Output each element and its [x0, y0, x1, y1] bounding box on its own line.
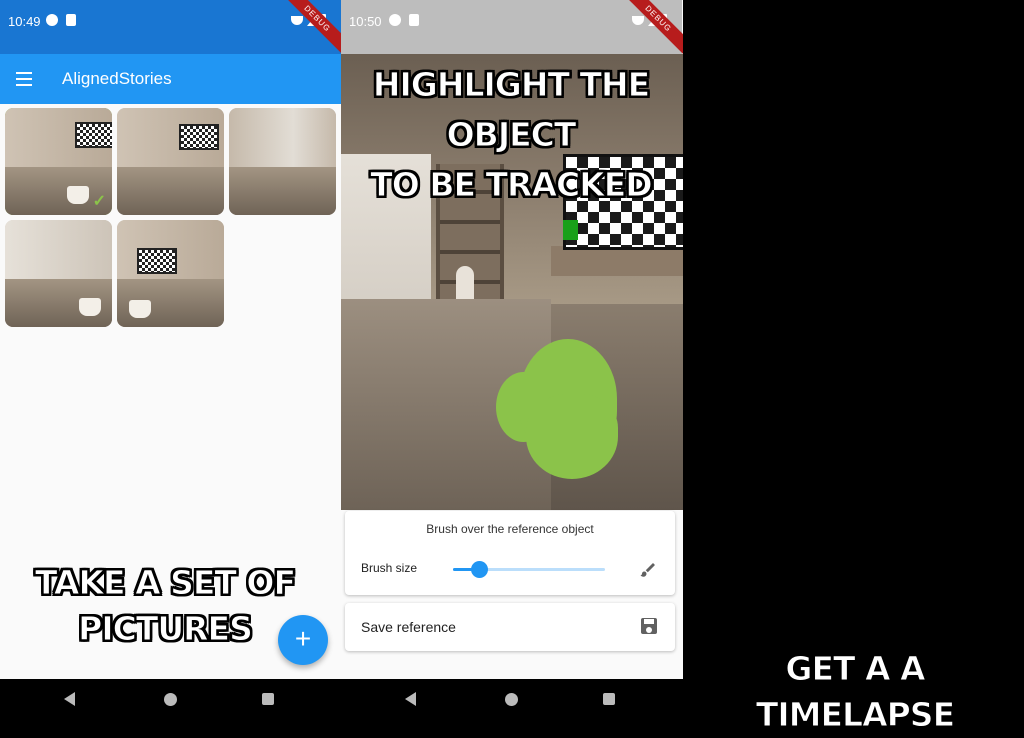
caption-highlight-object: HIGHLIGHT THE OBJECT TO BE TRACKED: [341, 60, 683, 210]
photo-tv-stand: [551, 246, 683, 276]
app-bar: AlignedStories: [0, 54, 341, 104]
brush-size-label: Brush size: [361, 561, 418, 575]
save-reference-button[interactable]: Save reference: [345, 603, 675, 651]
menu-icon[interactable]: [10, 66, 38, 92]
notification-icon: [389, 14, 401, 26]
phone-screen-gallery: 10:49 DEBUG AlignedStories ✓ TAKE A SET …: [0, 0, 341, 721]
brush-hint-text: Brush over the reference object: [426, 522, 594, 536]
brush-mask: [526, 394, 618, 479]
debug-banner: DEBUG: [617, 0, 683, 60]
photo-green-marker: [563, 220, 578, 240]
notification-icon: [46, 14, 58, 26]
photo-thumbnail[interactable]: [229, 108, 336, 215]
wifi-icon: [291, 16, 303, 25]
wifi-icon: [632, 16, 644, 25]
caption-line: PICTURES: [78, 609, 254, 649]
photo-thumbnail[interactable]: [117, 220, 224, 327]
status-bar: 10:49 DEBUG: [0, 0, 341, 60]
photo-thumbnail[interactable]: ✓: [5, 108, 112, 215]
selected-check-icon: ✓: [92, 193, 106, 210]
nav-bar: [341, 679, 683, 721]
brush-card: Brush over the reference object Brush si…: [345, 511, 675, 595]
nav-bar: [0, 679, 341, 721]
caption-timelapse: GET A A TIMELAPSE: [755, 649, 955, 735]
status-bar: 10:50 DEBUG: [341, 0, 683, 60]
home-icon[interactable]: [164, 693, 177, 706]
brush-panel: Brush over the reference object Brush si…: [345, 511, 675, 655]
slider-thumb[interactable]: [470, 561, 488, 578]
status-time: 10:49: [8, 14, 41, 29]
recents-icon[interactable]: [603, 693, 615, 705]
caption-line: TAKE A SET OF: [34, 563, 296, 603]
status-time: 10:50: [349, 14, 382, 29]
recents-icon[interactable]: [262, 693, 274, 705]
brush-size-slider[interactable]: [453, 561, 605, 578]
sd-card-icon: [409, 14, 419, 26]
photo-thumbnail[interactable]: [5, 220, 112, 327]
back-icon[interactable]: [64, 692, 75, 706]
save-reference-label: Save reference: [361, 619, 456, 635]
photo-thumbnail[interactable]: [117, 108, 224, 215]
save-icon: [641, 618, 657, 634]
add-photo-button[interactable]: +: [278, 615, 328, 665]
sd-card-icon: [66, 14, 76, 26]
phone-screen-reference: 10:50 DEBUG HIGHLIGHT THE OBJECT TO BE T…: [341, 0, 683, 721]
app-title: AlignedStories: [62, 69, 172, 88]
back-icon[interactable]: [405, 692, 416, 706]
caption-take-pictures: TAKE A SET OF PICTURES: [20, 560, 310, 652]
debug-banner: DEBUG: [276, 0, 341, 60]
caption-line: TO BE TRACKED: [370, 165, 653, 205]
home-icon[interactable]: [505, 693, 518, 706]
brush-icon[interactable]: [639, 561, 657, 579]
caption-line: HIGHLIGHT THE OBJECT: [372, 65, 650, 155]
